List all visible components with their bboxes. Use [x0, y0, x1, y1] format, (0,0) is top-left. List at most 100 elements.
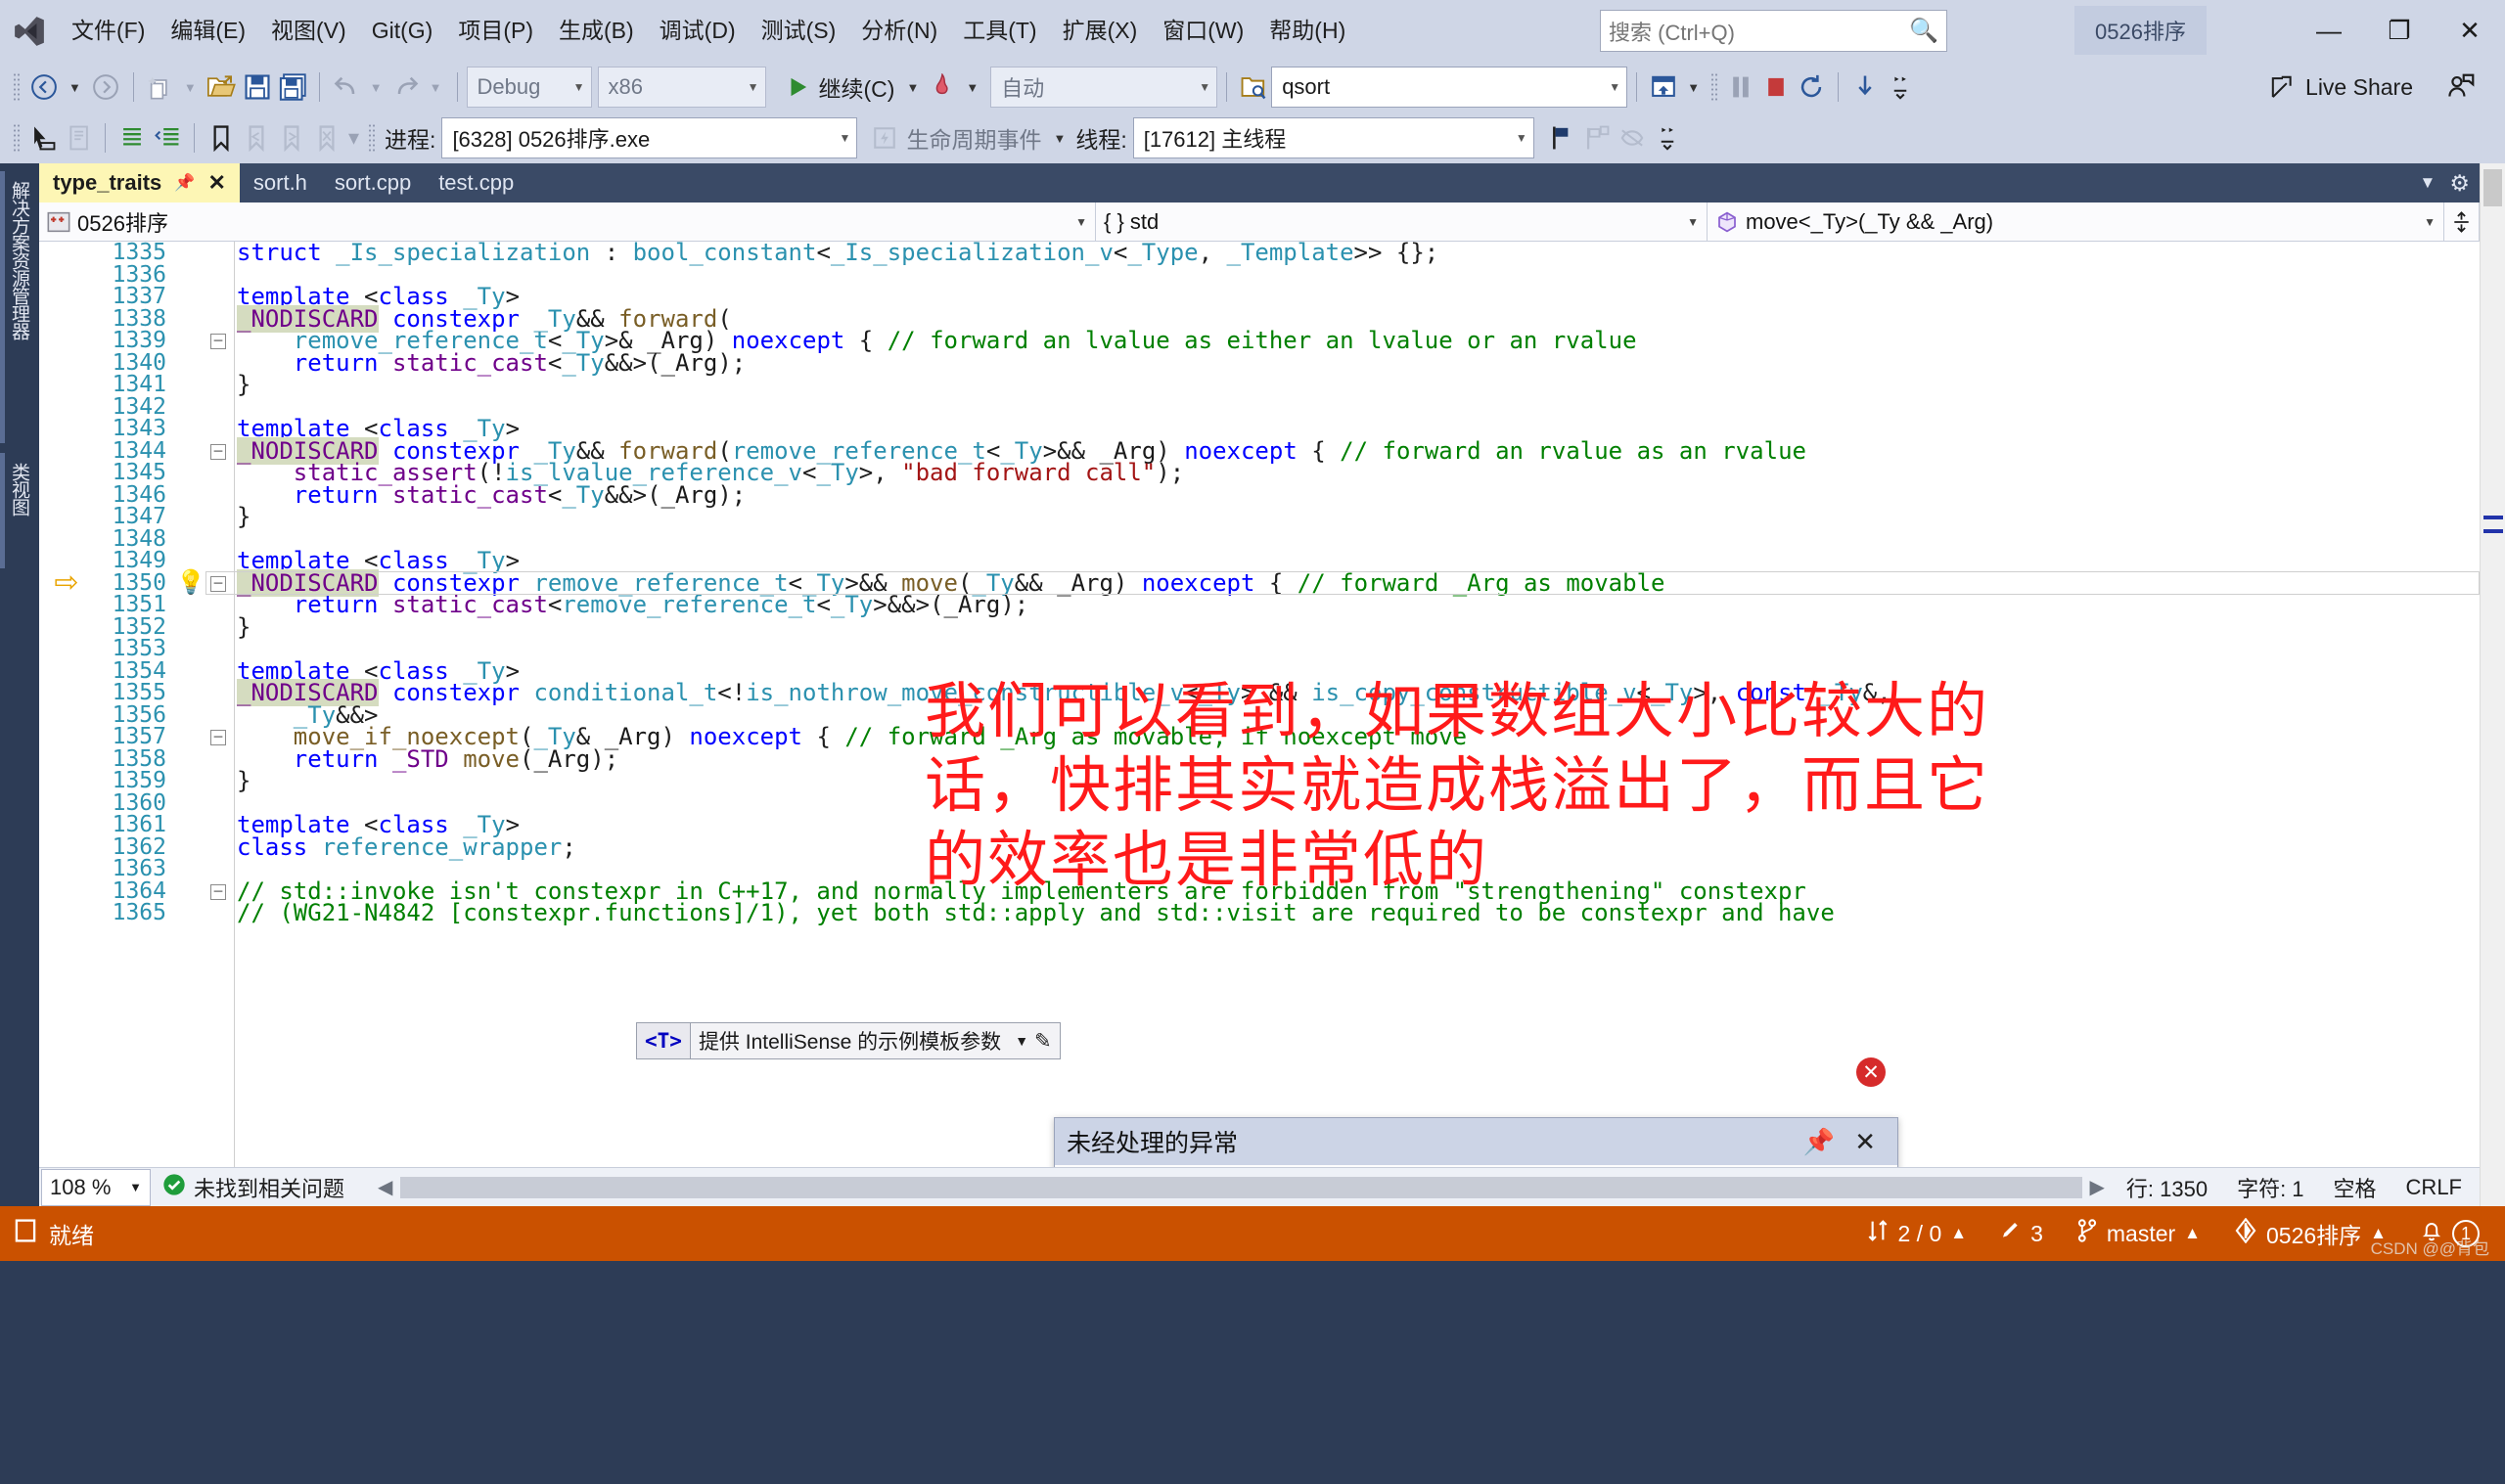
solution-platform-select[interactable]: x86 ▼: [597, 67, 766, 108]
git-repository[interactable]: 0526排序 ▲: [2234, 1217, 2387, 1250]
navigate-back-icon[interactable]: [25, 67, 63, 107]
solution-configuration-select[interactable]: Debug ▼: [466, 67, 592, 108]
search-input[interactable]: 搜索 (Ctrl+Q) 🔍: [1600, 10, 1947, 52]
window-layout-dropdown[interactable]: ▼: [1681, 80, 1706, 95]
flag-thread-icon[interactable]: [1544, 118, 1579, 157]
menu-debug[interactable]: 调试(D): [647, 0, 749, 62]
menu-build[interactable]: 生成(B): [546, 0, 647, 62]
navbar-namespace-select[interactable]: { } std ▼: [1096, 202, 1708, 241]
flag-all-threads-icon[interactable]: [1579, 118, 1615, 157]
issues-status[interactable]: 未找到相关问题: [151, 1172, 356, 1203]
debug-toolbar-grip[interactable]: [1710, 72, 1719, 102]
scrollbar-track[interactable]: [400, 1176, 2082, 1198]
intellisense-template-hint[interactable]: <T> 提供 IntelliSense 的示例模板参数 ▼ ✎: [636, 1022, 1061, 1059]
code-line[interactable]: 1341}: [39, 373, 2480, 395]
collapse-region-toggle[interactable]: −: [205, 440, 231, 463]
thread-select[interactable]: [17612] 主线程 ▼: [1132, 117, 1534, 158]
redo-dropdown[interactable]: ▼: [424, 80, 448, 95]
tab-list-icon[interactable]: ▼: [2420, 173, 2437, 193]
pause-icon[interactable]: [1723, 67, 1758, 107]
menu-window[interactable]: 窗口(W): [1150, 0, 1256, 62]
gear-icon[interactable]: ⚙: [2449, 170, 2470, 197]
menu-tools[interactable]: 工具(T): [950, 0, 1049, 62]
pin-icon[interactable]: 📌: [161, 173, 195, 193]
code-editor[interactable]: 1335 struct _Is_specialization : bool_con…: [39, 242, 2480, 1167]
undo-icon[interactable]: [329, 67, 364, 107]
debug-location-grip[interactable]: [368, 123, 377, 153]
navbar-project-select[interactable]: 0526排序 ▼: [39, 202, 1096, 241]
scroll-right-icon[interactable]: ▶: [2082, 1175, 2113, 1199]
comment-icon[interactable]: [61, 118, 96, 157]
menu-extensions[interactable]: 扩展(X): [1050, 0, 1151, 62]
account-icon[interactable]: [2442, 67, 2480, 107]
restore-button[interactable]: ❐: [2364, 0, 2435, 62]
menu-git[interactable]: Git(G): [359, 0, 446, 62]
close-icon[interactable]: ✕: [195, 170, 225, 196]
indent-mode-label[interactable]: 空格: [2334, 1172, 2377, 1203]
horizontal-scrollbar[interactable]: ◀ ▶: [356, 1175, 2126, 1199]
play-icon[interactable]: [780, 67, 815, 107]
error-icon[interactable]: ✕: [1856, 1057, 1886, 1087]
save-all-icon[interactable]: [275, 67, 310, 107]
git-branch[interactable]: master ▲: [2076, 1218, 2201, 1249]
pin-icon[interactable]: 📌: [1794, 1127, 1845, 1157]
indent-icon[interactable]: [114, 118, 150, 157]
new-item-icon[interactable]: [143, 67, 178, 107]
startup-project-select[interactable]: qsort ▼: [1271, 67, 1628, 108]
navigate-forward-icon[interactable]: [87, 67, 124, 107]
process-select[interactable]: [6328] 0526排序.exe ▼: [441, 117, 858, 158]
collapse-region-toggle[interactable]: −: [205, 726, 231, 748]
unflag-threads-icon[interactable]: [1615, 118, 1650, 157]
menu-project[interactable]: 项目(P): [445, 0, 546, 62]
code-line[interactable]: 1358 return _STD move(_Arg);: [39, 747, 2480, 771]
open-file-icon[interactable]: [203, 67, 240, 107]
previous-bookmark-icon[interactable]: [239, 118, 274, 157]
lifecycle-events-icon[interactable]: [867, 118, 902, 157]
undo-dropdown[interactable]: ▼: [364, 80, 388, 95]
pointer-select-icon[interactable]: [25, 118, 61, 157]
debug-toolbar-overflow-icon[interactable]: ‣‣: [1650, 118, 1685, 157]
menu-edit[interactable]: 编辑(E): [158, 0, 258, 62]
code-line[interactable]: 1347}: [39, 505, 2480, 527]
navigate-back-dropdown[interactable]: ▼: [63, 80, 87, 95]
bookmark-overflow-icon[interactable]: ▾: [344, 118, 363, 157]
code-line[interactable]: 1351 return static_cast<remove_reference…: [39, 593, 2480, 616]
restart-icon[interactable]: [1794, 67, 1829, 107]
close-button[interactable]: ✕: [2435, 0, 2505, 62]
step-into-icon[interactable]: [1847, 67, 1883, 107]
code-line[interactable]: 1346 return static_cast<_Ty&&>(_Arg);: [39, 483, 2480, 507]
minimize-button[interactable]: —: [2294, 0, 2364, 62]
debug-target-select[interactable]: 自动 ▼: [990, 67, 1218, 108]
quick-actions-bulb-icon[interactable]: 💡: [176, 570, 205, 596]
sidebar-item-class-view[interactable]: 类视图: [6, 453, 32, 525]
menu-test[interactable]: 测试(S): [749, 0, 849, 62]
menu-file[interactable]: 文件(F): [59, 0, 158, 62]
chevron-down-icon[interactable]: ▼: [1009, 1033, 1034, 1049]
text-editor-toolbar-grip[interactable]: [13, 123, 21, 153]
menu-analyze[interactable]: 分析(N): [848, 0, 950, 62]
hot-reload-dropdown[interactable]: ▼: [960, 80, 984, 95]
tab-test-cpp[interactable]: test.cpp: [425, 163, 527, 202]
menu-help[interactable]: 帮助(H): [1256, 0, 1358, 62]
splitter-icon[interactable]: [2444, 202, 2480, 241]
code-line[interactable]: 1362 class reference_wrapper;: [39, 835, 2480, 859]
tab-sort-h[interactable]: sort.h: [240, 163, 321, 202]
tab-sort-cpp[interactable]: sort.cpp: [321, 163, 425, 202]
zoom-level-select[interactable]: 108 % ▼: [41, 1168, 151, 1206]
editor-vertical-scrollbar[interactable]: [2480, 163, 2505, 1206]
window-layout-icon[interactable]: [1646, 67, 1681, 107]
scroll-left-icon[interactable]: ◀: [370, 1175, 400, 1199]
source-control-sync[interactable]: 2 / 0 ▲: [1867, 1219, 1967, 1248]
menu-view[interactable]: 视图(V): [258, 0, 359, 62]
tab-type-traits[interactable]: type_traits 📌 ✕: [39, 163, 240, 202]
new-item-dropdown[interactable]: ▼: [178, 80, 203, 95]
pencil-icon[interactable]: ✎: [1034, 1029, 1052, 1054]
lifecycle-dropdown[interactable]: ▼: [1047, 131, 1071, 146]
hot-reload-icon[interactable]: [925, 67, 960, 107]
scrollbar-thumb[interactable]: [2483, 169, 2502, 206]
bookmark-icon[interactable]: [204, 118, 239, 157]
toolbar-overflow-icon[interactable]: ‣‣: [1883, 67, 1918, 107]
close-icon[interactable]: ✕: [1845, 1127, 1886, 1157]
redo-icon[interactable]: [388, 67, 424, 107]
live-share-button[interactable]: Live Share: [2268, 73, 2413, 101]
